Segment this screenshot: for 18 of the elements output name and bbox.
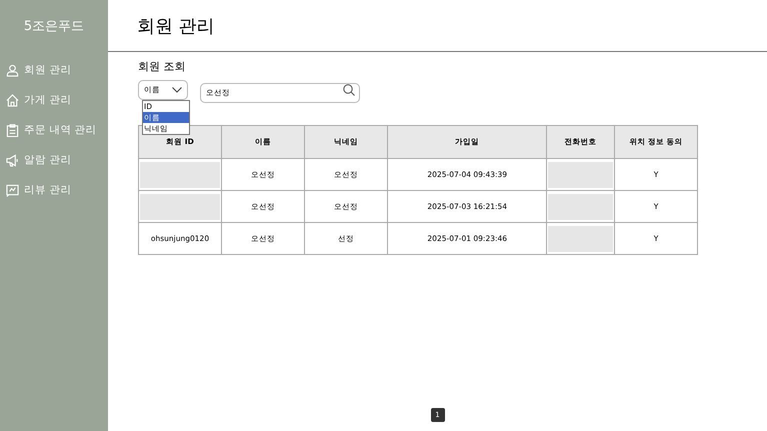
megaphone-icon xyxy=(6,154,19,166)
search-icon xyxy=(343,84,355,96)
clipboard-icon xyxy=(6,124,19,136)
person-icon xyxy=(6,64,19,76)
nav-label: 회원 관리 xyxy=(24,63,72,77)
redacted-block xyxy=(548,162,613,188)
nav-label: 리뷰 관리 xyxy=(24,183,72,197)
nav-label: 가게 관리 xyxy=(24,93,72,107)
chevron-down-icon xyxy=(172,87,182,93)
nav-label: 알람 관리 xyxy=(24,153,72,167)
redacted-block xyxy=(548,226,613,252)
nav-label: 주문 내역 관리 xyxy=(24,123,97,137)
house-icon xyxy=(6,94,19,106)
section-title: 회원 조회 xyxy=(138,59,186,74)
page-title: 회원 관리 xyxy=(137,14,215,38)
brand-name: 5조은푸드 xyxy=(22,18,86,36)
redacted-block xyxy=(548,194,613,220)
review-icon xyxy=(6,184,19,196)
